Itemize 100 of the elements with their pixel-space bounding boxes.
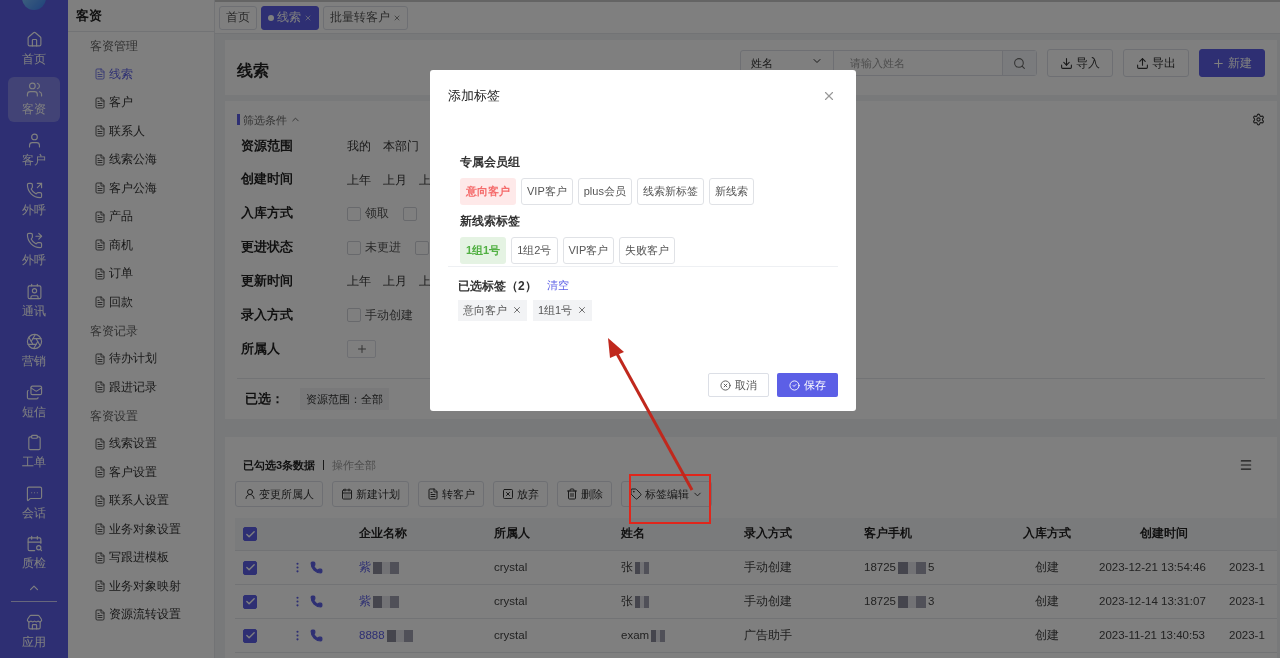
document-icon [94,523,106,536]
nav-item[interactable]: 客户 [8,127,60,173]
tag-option[interactable]: VIP客户 [521,177,573,205]
phone-icon[interactable] [310,629,323,642]
tag-option[interactable]: 失败客户 [619,236,676,264]
company-link[interactable]: 8888 [359,626,385,645]
tag-option[interactable]: 意向客户 [460,177,516,205]
clear-link[interactable]: 清空 [546,277,569,294]
company-link[interactable]: 紫 [359,558,371,577]
filter-option[interactable]: 上月 [383,272,407,291]
nav-item[interactable]: 外呼 [8,228,60,274]
pixelation-mark [373,595,399,608]
remove-icon[interactable] [577,305,588,315]
document-icon [94,551,106,564]
cancel-button[interactable]: 取消 [708,373,769,397]
sidebar-item[interactable]: 回款 [68,288,214,317]
add-button[interactable] [347,340,376,359]
sidebar-item[interactable]: 线索公海 [68,145,214,174]
sidebar-item[interactable]: 写跟进模板 [68,543,214,572]
action-button[interactable]: 转客户 [418,481,484,507]
header-button[interactable]: 导入 [1047,49,1113,77]
save-button[interactable]: 保存 [777,373,838,397]
sidebar-heading: 客资设置 [89,408,139,424]
header-button[interactable]: 新建 [1199,49,1265,77]
nav-item[interactable]: 外呼 [8,177,60,224]
remove-icon[interactable] [512,305,522,315]
page-tab[interactable]: 线索 [261,5,319,30]
table-cell-text: 手动创建 [744,593,793,609]
nav-item[interactable]: 短信 [8,379,60,425]
table-cell-text: 5 [928,559,935,575]
close-icon[interactable] [304,13,312,22]
nav-item[interactable]: 首页 [8,26,60,72]
action-button[interactable]: 删除 [557,481,612,507]
action-button[interactable]: 标签编辑 [621,481,712,507]
checkbox[interactable] [243,527,257,541]
sidebar-item[interactable]: 订单 [68,259,214,288]
close-icon[interactable] [393,13,401,22]
company-link[interactable]: 紫 [359,592,371,611]
sidebar-item[interactable]: 业务对象设置 [68,515,214,544]
page-tab[interactable]: 批量转客户 [323,5,408,30]
nav-item[interactable]: 应用 [8,610,60,656]
tag-option[interactable]: 1组2号 [511,236,558,264]
tag-option[interactable]: plus会员 [577,177,632,205]
column-header: 创建时间 [1140,526,1188,542]
sidebar-item[interactable]: 客户设置 [68,458,214,487]
tag-option[interactable]: VIP客户 [562,236,615,264]
phone-icon[interactable] [310,561,323,574]
phone-icon[interactable] [310,595,323,608]
action-button[interactable]: 新建计划 [332,481,409,507]
header-button[interactable]: 导出 [1123,49,1189,77]
filter-label: 资源范围 [240,137,294,155]
tag-group-heading: 新线索标签 [460,212,521,230]
sidebar-item[interactable]: 跟进记录 [68,373,214,402]
sidebar-item[interactable]: 待办计划 [68,344,214,373]
checkbox[interactable] [243,594,257,609]
action-button[interactable]: 变更所属人 [235,481,323,507]
checkbox-label: 未更进 [365,239,401,255]
nav-item[interactable]: 营销 [8,329,60,375]
menu-icon[interactable] [1239,458,1253,472]
trash-icon [566,488,578,500]
settings-icon[interactable] [1252,113,1265,127]
tag-option[interactable]: 线索新标签 [636,177,704,205]
page-tab[interactable]: 首页 [219,5,257,30]
sidebar-item[interactable]: 联系人设置 [68,486,214,515]
filter-option[interactable]: 上年 [347,272,371,291]
table-cell-text: 2023-1 [1229,559,1266,575]
plus-icon [355,343,368,356]
filter-option[interactable]: 上 [419,170,431,189]
filter-option[interactable]: 上月 [383,170,407,189]
nav-item[interactable]: 质检 [8,530,60,577]
filter-option[interactable]: 上 [419,272,431,291]
filter-section-title: 筛选条件 [243,112,287,128]
sidebar-item[interactable]: 商机 [68,231,214,260]
filter-label: 创建时间 [240,171,294,189]
aperture-icon [25,333,43,351]
checkbox[interactable] [243,628,257,643]
search-icon[interactable] [1013,56,1026,70]
dialog-title: 添加标签 [448,87,500,105]
sidebar-item[interactable]: 产品 [68,202,214,231]
sidebar-item[interactable]: 客户 [68,88,214,117]
sidebar-item[interactable]: 客户公海 [68,174,214,203]
sidebar-item[interactable]: 业务对象映射 [68,572,214,601]
table-cell-text: crystal [494,593,529,609]
filter-option[interactable]: 上年 [347,170,371,189]
action-button[interactable]: 放弃 [493,481,548,507]
sidebar-item[interactable]: 联系人 [68,117,214,146]
sidebar-item[interactable]: 线索 [68,60,214,89]
store-icon [25,614,43,632]
tag-option[interactable]: 新线索 [708,177,754,205]
filter-label: 入库方式 [240,204,294,223]
tag-option[interactable]: 1组1号 [460,236,507,264]
table-cell-text: 广告助手 [744,627,793,643]
nav-item[interactable]: 会话 [8,480,60,526]
nav-item[interactable]: 通讯 [8,278,60,325]
sidebar-item[interactable]: 资源流转设置 [68,600,214,629]
nav-item[interactable]: 工单 [8,430,60,476]
filter-option[interactable]: 本部门 [383,136,419,155]
sidebar-item[interactable]: 线索设置 [68,429,214,458]
checkbox[interactable] [243,560,257,575]
filter-option[interactable]: 我的 [347,136,371,155]
